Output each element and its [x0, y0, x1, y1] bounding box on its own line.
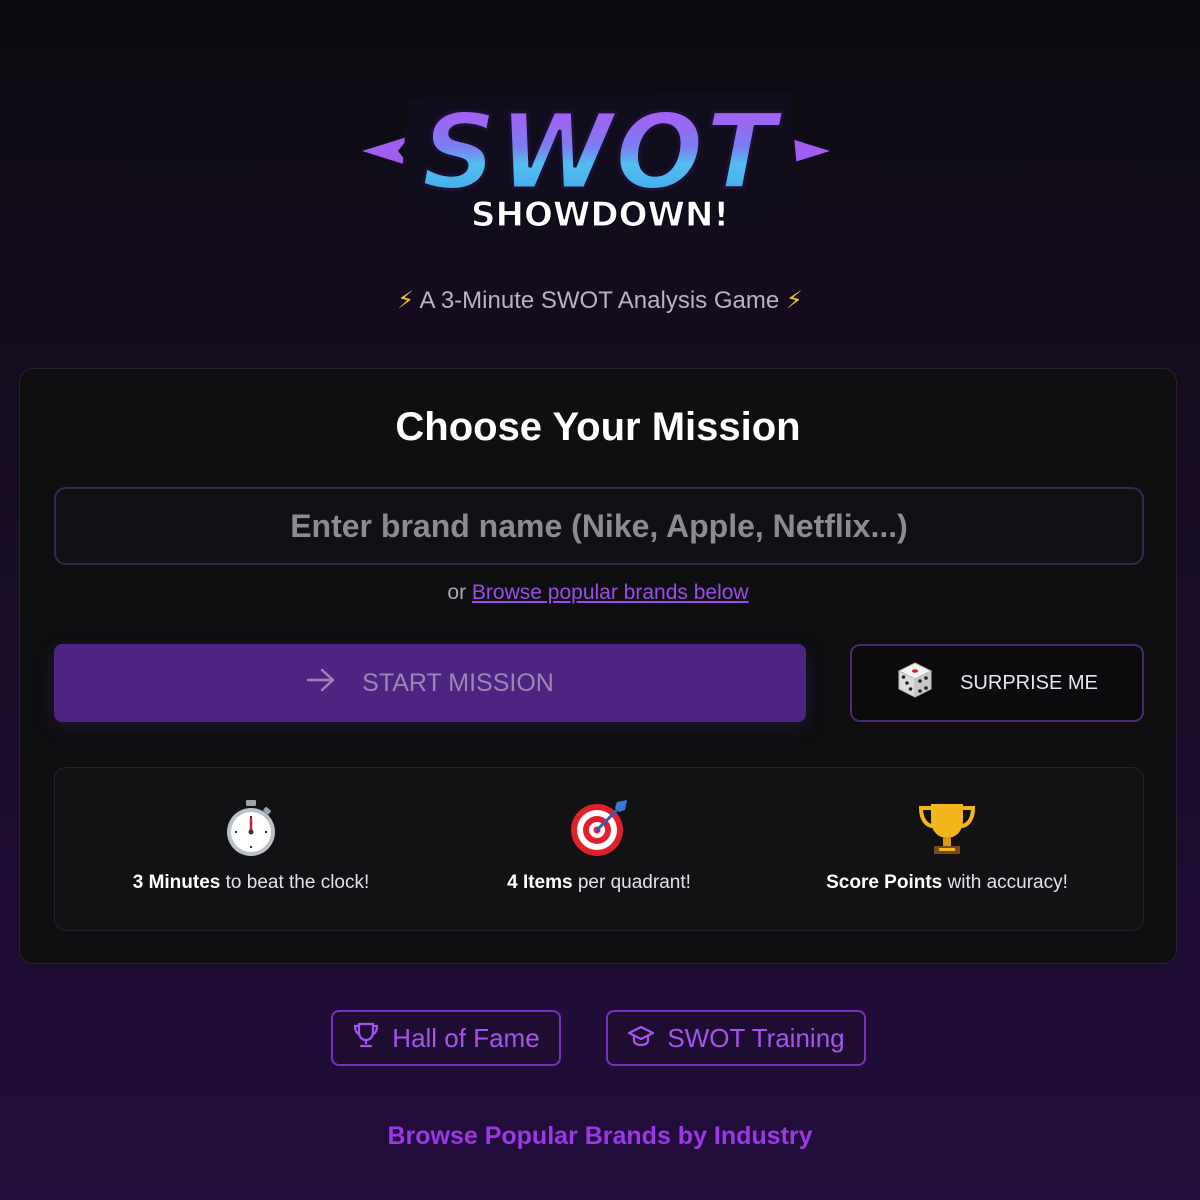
start-mission-label: START MISSION: [362, 668, 554, 697]
trophy-outline-icon: [352, 1021, 380, 1056]
target-icon: [419, 798, 779, 858]
feature-score: Score Points with accuracy!: [767, 798, 1127, 894]
lightning-icon: ⚡: [397, 287, 415, 314]
sparkle-left-icon: [362, 136, 410, 166]
logo-subtitle: SHOWDOWN!: [471, 195, 729, 235]
arrow-right-icon: [306, 668, 336, 699]
hall-of-fame-button[interactable]: Hall of Fame: [331, 1010, 561, 1066]
browse-brands-link[interactable]: Browse popular brands below: [472, 581, 749, 604]
tagline-text: A 3-Minute SWOT Analysis Game: [419, 287, 780, 314]
tagline: ⚡ A 3-Minute SWOT Analysis Game ⚡: [0, 286, 1200, 315]
brand-name-input[interactable]: [54, 487, 1144, 565]
mission-title: Choose Your Mission: [395, 405, 801, 449]
feature-items-bold: 4 Items: [507, 872, 573, 893]
browse-industry-heading: Browse Popular Brands by Industry: [387, 1122, 813, 1150]
feature-items-text: per quadrant!: [577, 872, 691, 893]
surprise-me-button[interactable]: SURPRISE ME: [850, 644, 1144, 722]
graduation-cap-icon: [627, 1021, 655, 1056]
swot-training-label: SWOT Training: [667, 1022, 845, 1053]
feature-score-text: with accuracy!: [947, 872, 1068, 893]
surprise-me-label: SURPRISE ME: [960, 671, 1098, 694]
trophy-icon: [767, 798, 1127, 858]
lightning-icon: ⚡: [785, 287, 803, 314]
features-panel: 3 Minutes to beat the clock! 4 Items per…: [54, 767, 1144, 931]
stopwatch-icon: [71, 798, 431, 858]
feature-items: 4 Items per quadrant!: [419, 798, 779, 894]
browse-prefix: or: [447, 581, 467, 604]
browse-hint: or Browse popular brands below: [20, 581, 1176, 605]
swot-showdown-logo: SWOT SHOWDOWN!: [360, 70, 840, 245]
feature-score-bold: Score Points: [826, 872, 943, 893]
feature-time: 3 Minutes to beat the clock!: [71, 798, 431, 894]
feature-time-bold: 3 Minutes: [132, 872, 221, 893]
mission-card: Choose Your Mission or Browse popular br…: [19, 368, 1177, 964]
feature-time-text: to beat the clock!: [225, 872, 370, 893]
dice-icon: [896, 661, 934, 705]
swot-training-button[interactable]: SWOT Training: [606, 1010, 866, 1066]
start-mission-button[interactable]: START MISSION: [54, 644, 806, 722]
hall-of-fame-label: Hall of Fame: [392, 1022, 540, 1053]
